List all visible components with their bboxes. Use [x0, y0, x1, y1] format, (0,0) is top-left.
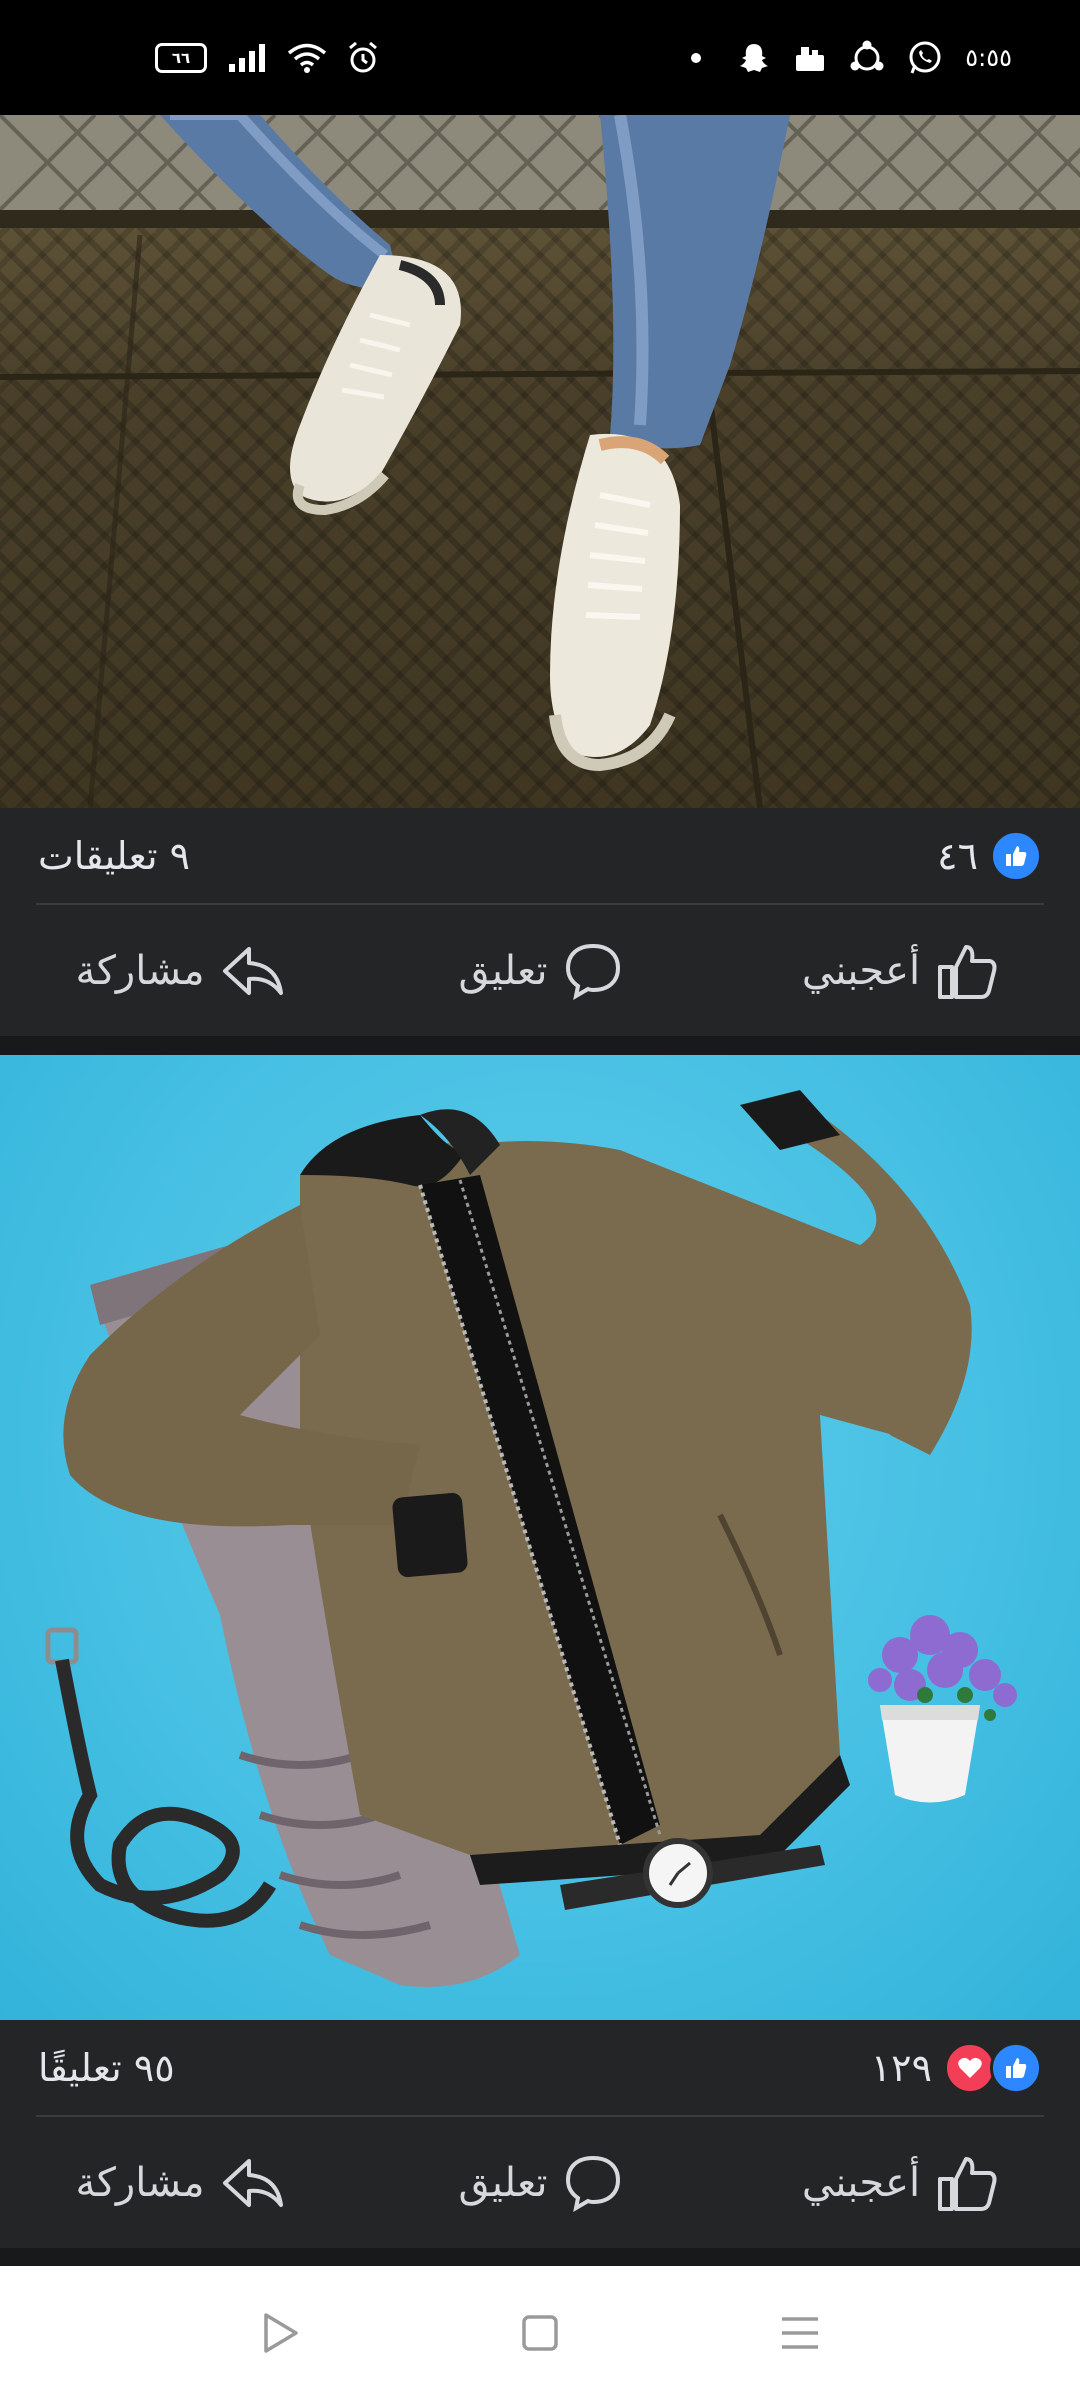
share-button[interactable]: مشاركة: [0, 2155, 360, 2211]
like-label: أعجبني: [801, 947, 921, 994]
thumbs-up-icon: [938, 944, 997, 999]
share-label: مشاركة: [75, 947, 205, 994]
home-button[interactable]: [410, 2314, 670, 2352]
clock: ٥:٥٥: [965, 43, 1012, 72]
comments-count[interactable]: ٩ تعليقات: [38, 834, 190, 878]
share-arrow-icon: [222, 2158, 283, 2207]
alarm-icon: [349, 41, 377, 72]
thumbs-up-icon: [938, 2156, 997, 2211]
like-label: أعجبني: [801, 2159, 921, 2206]
notification-dot-icon: [691, 52, 702, 63]
menu-lines-icon: [782, 2317, 818, 2349]
post-stats: ٩٥ تعليقًا ١٢٩: [38, 2020, 1042, 2115]
like-button[interactable]: أعجبني: [720, 941, 1080, 1001]
like-reaction-icon: [990, 2041, 1042, 2094]
post-separator: [0, 2248, 1080, 2267]
sneakers-photo[interactable]: [0, 115, 1080, 808]
love-reaction-icon: [944, 2041, 996, 2094]
comment-button[interactable]: تعليق: [360, 2154, 720, 2212]
battery-icon: ٦٦: [155, 42, 207, 73]
sneakers-illustration: [0, 115, 1080, 808]
back-button[interactable]: [150, 2311, 410, 2355]
like-button[interactable]: أعجبني: [720, 2153, 1080, 2213]
jacket-outfit-photo[interactable]: [0, 1055, 1080, 2020]
snapchat-icon: [740, 43, 769, 72]
comment-button[interactable]: تعليق: [360, 942, 720, 1000]
reactions-summary[interactable]: ١٢٩: [870, 2041, 1042, 2094]
back-triangle-icon: [264, 2313, 298, 2353]
status-bar: ٦٦ ٥:٥٥: [0, 0, 1080, 115]
like-reaction-icon: [990, 829, 1042, 882]
home-square-icon: [522, 2315, 558, 2351]
post-actions-bar: ٩ تعليقات ٤٦ مشاركة تعليق أعجبني: [0, 808, 1080, 1036]
post-stats: ٩ تعليقات ٤٦: [38, 808, 1042, 903]
share-arrow-icon: [222, 946, 283, 995]
whatsapp-icon: [909, 41, 941, 74]
reaction-count: ١٢٩: [870, 2045, 932, 2090]
share-label: مشاركة: [75, 2159, 205, 2206]
system-navigation-bar: [0, 2266, 1080, 2400]
reaction-count: ٤٦: [937, 833, 978, 878]
recents-button[interactable]: [670, 2315, 930, 2351]
comments-count[interactable]: ٩٥ تعليقًا: [38, 2046, 175, 2090]
battery-level: ٦٦: [171, 48, 191, 67]
comment-bubble-icon: [565, 943, 620, 1000]
comment-bubble-icon: [565, 2155, 620, 2212]
post-separator: [0, 1036, 1080, 1055]
comment-label: تعليق: [458, 947, 548, 994]
reactions-summary[interactable]: ٤٦: [937, 829, 1042, 882]
jacket-outfit-illustration: [45, 1090, 1017, 1987]
signal-icon: [229, 43, 265, 72]
post-actions-bar: ٩٥ تعليقًا ١٢٩ مشاركة تعليق أعجبني: [0, 2020, 1080, 2248]
share-button[interactable]: مشاركة: [0, 943, 360, 999]
app-icon: [796, 46, 825, 71]
comment-label: تعليق: [458, 2159, 548, 2206]
share-hub-icon: [850, 40, 884, 70]
wifi-icon: [287, 43, 327, 73]
